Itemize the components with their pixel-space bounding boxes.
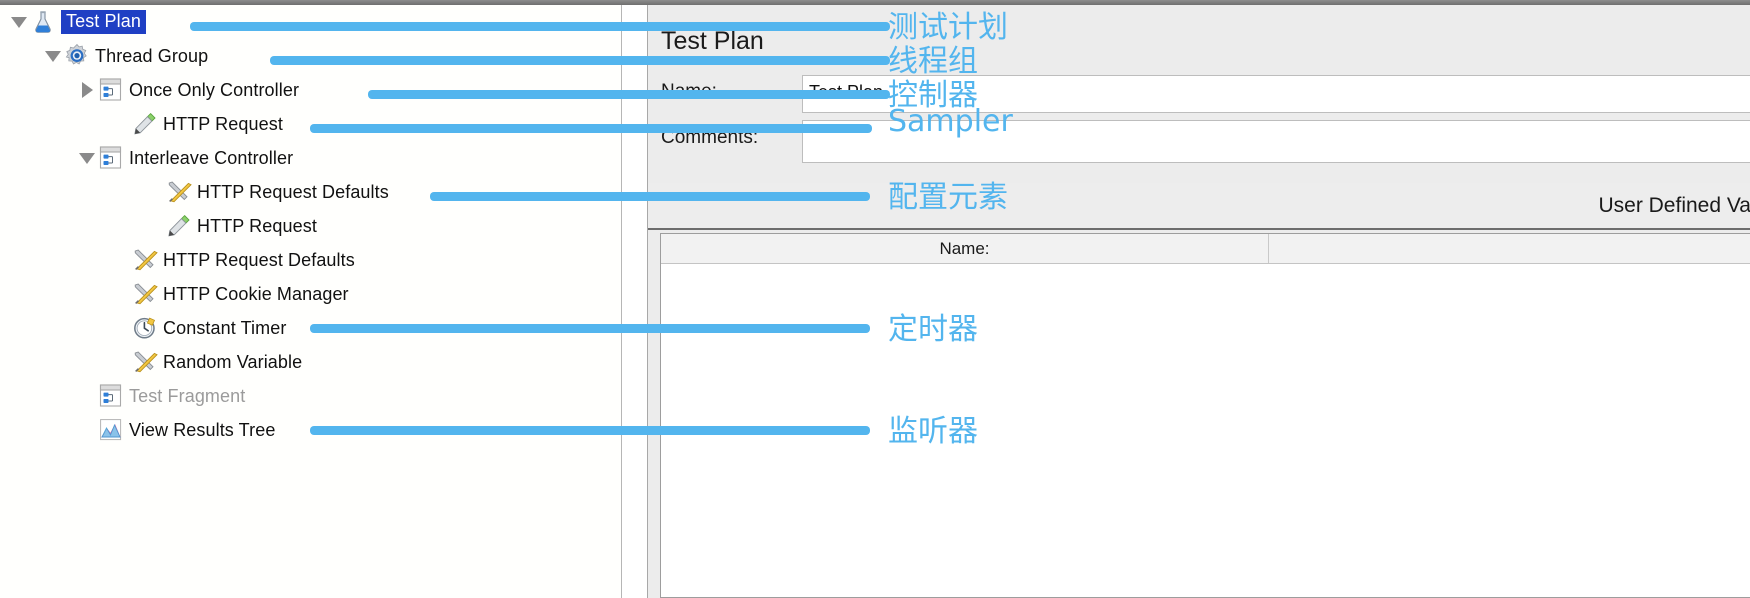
tree-node-label: HTTP Cookie Manager xyxy=(163,283,349,304)
tools-icon xyxy=(166,179,192,205)
controller-icon xyxy=(98,77,124,103)
chevron-down-icon[interactable] xyxy=(42,41,64,71)
tools-icon xyxy=(132,281,158,307)
table-column-header-name: Name: xyxy=(661,234,1269,263)
tree-node[interactable]: Test Plan xyxy=(8,7,146,37)
tree-node[interactable]: HTTP Cookie Manager xyxy=(110,279,349,309)
tree-node[interactable]: Random Variable xyxy=(110,347,302,377)
pen-icon xyxy=(132,111,158,137)
table-column-header-value xyxy=(1269,234,1750,263)
chevron-down-icon[interactable] xyxy=(76,143,98,173)
tree-node[interactable]: Once Only Controller xyxy=(76,75,299,105)
controller-icon xyxy=(98,145,124,171)
comments-field-label: Comments: xyxy=(661,127,759,148)
tree-node-label: Thread Group xyxy=(95,45,209,66)
flask-icon xyxy=(30,9,56,35)
tree-node-label: Test Plan xyxy=(61,10,146,34)
tree-node-label: Interleave Controller xyxy=(129,147,294,168)
tree-node-label: HTTP Request xyxy=(197,215,317,236)
name-input[interactable]: Test Plan xyxy=(802,75,1750,113)
tree-node-label: View Results Tree xyxy=(129,419,276,440)
gear-icon xyxy=(64,43,90,69)
tree-node[interactable]: View Results Tree xyxy=(76,415,275,445)
tree-node-label: Constant Timer xyxy=(163,317,287,338)
tree-node[interactable]: HTTP Request Defaults xyxy=(110,245,355,275)
tree-node[interactable]: HTTP Request Defaults xyxy=(144,177,389,207)
tree-node-label: Test Fragment xyxy=(129,385,246,406)
user-defined-variables-table[interactable]: Name: xyxy=(660,233,1750,598)
tree-node[interactable]: Interleave Controller xyxy=(76,143,293,173)
pen-icon xyxy=(166,213,192,239)
jmeter-window: Test Plan Thread Group Once Only Controlle… xyxy=(0,0,1750,598)
chart-icon xyxy=(98,417,124,443)
test-plan-tree-panel[interactable]: Test Plan Thread Group Once Only Controlle… xyxy=(0,5,622,598)
tools-icon xyxy=(132,247,158,273)
tree-node-label: HTTP Request Defaults xyxy=(163,249,355,270)
tree-node[interactable]: Thread Group xyxy=(42,41,208,71)
tree-node-label: Random Variable xyxy=(163,351,303,372)
table-header-row: Name: xyxy=(661,234,1750,264)
tree-node[interactable]: Test Fragment xyxy=(76,381,245,411)
tree-node[interactable]: HTTP Request xyxy=(110,109,283,139)
page-title: Test Plan xyxy=(661,27,764,55)
tree-node[interactable]: Constant Timer xyxy=(110,313,286,343)
name-field-label: Name: xyxy=(661,81,717,102)
comments-input[interactable] xyxy=(802,120,1750,163)
tree-node-label: HTTP Request xyxy=(163,113,283,134)
test-plan-editor-panel: Test Plan Name: Test Plan Comments: User… xyxy=(647,5,1750,598)
user-defined-variables-band: User Defined Va xyxy=(648,183,1750,230)
tree-node-label: Once Only Controller xyxy=(129,79,300,100)
tree-node-label: HTTP Request Defaults xyxy=(197,181,389,202)
clock-icon xyxy=(132,315,158,341)
tree-node[interactable]: HTTP Request xyxy=(144,211,317,241)
tools-icon xyxy=(132,349,158,375)
panel-divider[interactable] xyxy=(623,5,647,598)
chevron-down-icon[interactable] xyxy=(8,7,30,37)
chevron-right-icon[interactable] xyxy=(76,75,98,105)
user-defined-variables-title: User Defined Va xyxy=(1598,194,1750,217)
controller-icon xyxy=(98,383,124,409)
